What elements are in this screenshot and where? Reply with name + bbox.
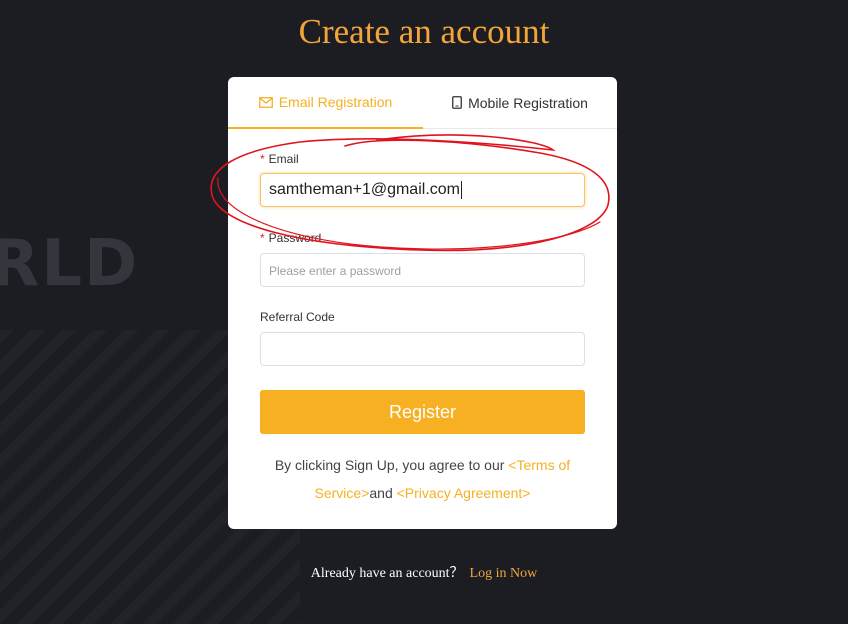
background-word: RLD: [0, 227, 140, 301]
login-now-link[interactable]: Log in Now: [470, 566, 538, 581]
password-label: * Password: [260, 231, 321, 245]
mobile-icon: [452, 96, 462, 109]
login-prompt: Already have an account？ Log in Now: [0, 564, 848, 584]
email-label: * Email: [260, 152, 299, 166]
agreement-prefix: By clicking Sign Up, you agree to our: [274, 457, 509, 473]
email-label-text: Email: [268, 152, 299, 166]
agreement-text: By clicking Sign Up, you agree to our <T…: [268, 451, 577, 507]
registration-tabs: Email Registration Mobile Registration: [228, 77, 617, 129]
password-field[interactable]: [260, 253, 585, 287]
page-title: Create an account: [298, 12, 550, 51]
register-button[interactable]: Register: [260, 390, 585, 434]
email-required-mark: *: [260, 152, 265, 166]
tab-mobile-label: Mobile Registration: [468, 94, 588, 111]
referral-code-field[interactable]: [260, 332, 585, 366]
email-field-value: samtheman+1@gmail.com: [269, 181, 460, 198]
tab-mobile-registration[interactable]: Mobile Registration: [423, 77, 617, 128]
login-prompt-text: Already have an account？: [310, 566, 464, 581]
registration-card: Email Registration Mobile Registration *…: [228, 77, 617, 529]
referral-label: Referral Code: [260, 310, 335, 324]
agreement-conjunction: and: [369, 485, 397, 501]
email-field[interactable]: samtheman+1@gmail.com: [260, 173, 585, 207]
mail-icon: [258, 96, 273, 108]
tab-email-registration[interactable]: Email Registration: [228, 77, 423, 129]
text-caret: [460, 181, 462, 199]
privacy-agreement-link[interactable]: <Privacy Agreement>: [397, 485, 531, 501]
password-label-text: Password: [268, 231, 322, 245]
tab-email-label: Email Registration: [278, 94, 393, 110]
password-required-mark: *: [260, 231, 265, 245]
